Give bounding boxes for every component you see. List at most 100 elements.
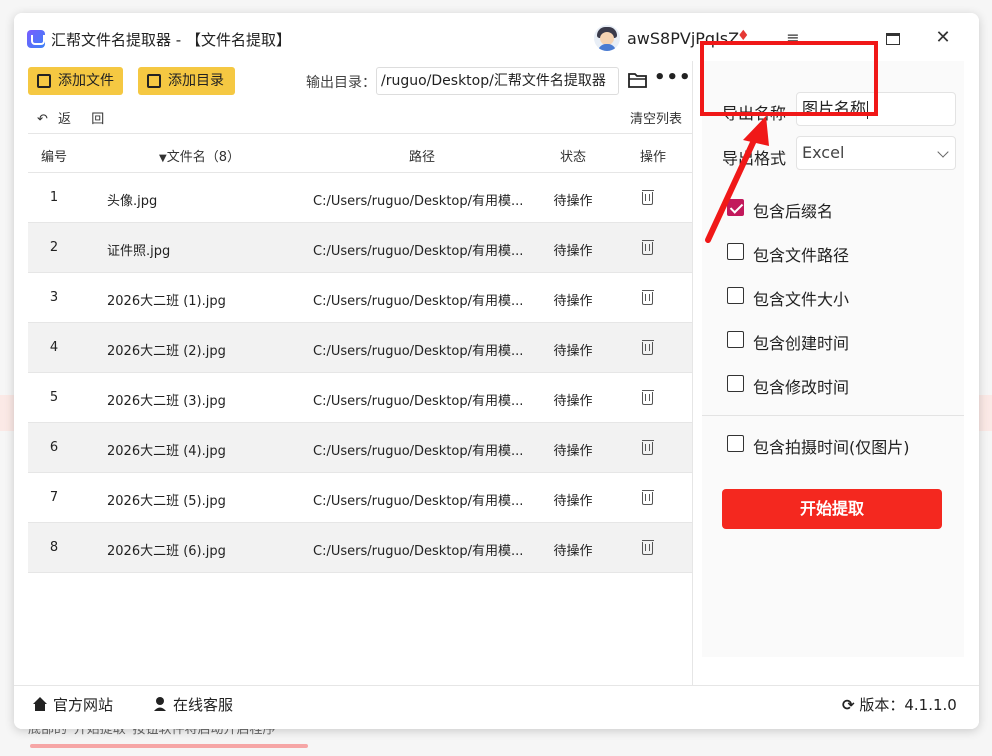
table-row[interactable]: 3 2026大二班 (1).jpg C:/Users/ruguo/Desktop/有… xyxy=(28,273,692,323)
option-label: 包含文件大小 xyxy=(753,290,850,309)
row-path: C:/Users/ruguo/Desktop/有用模... xyxy=(313,344,523,359)
app-logo-icon xyxy=(27,30,45,48)
row-status: 待操作 xyxy=(553,444,593,459)
back-arrow-icon: ↶ xyxy=(37,112,48,127)
sort-desc-icon: ▼ xyxy=(159,153,167,164)
row-path: C:/Users/ruguo/Desktop/有用模... xyxy=(313,494,523,509)
option-label: 包含拍摄时间(仅图片) xyxy=(753,438,910,457)
support-headset-icon xyxy=(154,697,166,711)
checkbox-empty-icon[interactable] xyxy=(727,287,744,304)
row-path: C:/Users/ruguo/Desktop/有用模... xyxy=(313,244,523,259)
online-support-link[interactable]: 在线客服 xyxy=(152,694,233,715)
maximize-icon[interactable] xyxy=(880,25,906,51)
row-filename: 2026大二班 (6).jpg xyxy=(107,544,226,559)
row-filename: 2026大二班 (1).jpg xyxy=(107,294,226,309)
clear-list-button[interactable]: 清空列表 xyxy=(630,108,682,127)
delete-row-button[interactable] xyxy=(642,440,662,457)
back-button[interactable]: ↶ 返 回 xyxy=(37,108,110,127)
annotation-arrow xyxy=(705,116,769,243)
refresh-icon: ⟳ xyxy=(842,696,855,714)
table-row[interactable]: 2 证件照.jpg C:/Users/ruguo/Desktop/有用模... 待操作 xyxy=(28,223,692,273)
export-format-select[interactable]: Excel xyxy=(796,136,956,170)
header-status: 状态 xyxy=(560,150,587,165)
row-number: 7 xyxy=(49,490,59,505)
row-number: 1 xyxy=(49,190,59,205)
table-row[interactable]: 6 2026大二班 (4).jpg C:/Users/ruguo/Desktop/有… xyxy=(28,423,692,473)
home-icon xyxy=(33,697,47,711)
table-body: 1 头像.jpg C:/Users/ruguo/Desktop/有用模... 待操作 2… xyxy=(28,173,692,573)
delete-row-button[interactable] xyxy=(642,490,662,507)
trash-icon xyxy=(642,490,654,505)
row-filename: 证件照.jpg xyxy=(107,244,171,259)
panel-divider xyxy=(692,61,693,685)
trash-icon xyxy=(642,240,654,255)
header-num: 编号 xyxy=(41,150,68,165)
trash-icon xyxy=(642,440,654,455)
list-subbar: ↶ 返 回 清空列表 xyxy=(28,106,692,132)
row-path: C:/Users/ruguo/Desktop/有用模... xyxy=(313,444,523,459)
app-window: 汇帮文件名提取器 - 【文件名提取】 awS8PVjPqIsZ ♦ ≡ ✕ 添加… xyxy=(14,13,979,729)
row-filename: 头像.jpg xyxy=(107,194,158,209)
trash-icon xyxy=(642,190,654,205)
row-filename: 2026大二班 (4).jpg xyxy=(107,444,226,459)
checkbox-empty-icon[interactable] xyxy=(727,331,744,348)
trash-icon xyxy=(642,340,654,355)
row-status: 待操作 xyxy=(553,544,593,559)
row-path: C:/Users/ruguo/Desktop/有用模... xyxy=(313,194,523,209)
table-row[interactable]: 4 2026大二班 (2).jpg C:/Users/ruguo/Desktop/有… xyxy=(28,323,692,373)
row-status: 待操作 xyxy=(553,294,593,309)
add-directory-button[interactable]: 添加目录 xyxy=(138,67,235,95)
more-options-icon[interactable]: ••• xyxy=(654,67,692,89)
table-header: 编号 ▼文件名（8） 路径 状态 操作 xyxy=(28,133,692,173)
delete-row-button[interactable] xyxy=(642,290,662,307)
row-number: 3 xyxy=(49,290,59,305)
delete-row-button[interactable] xyxy=(642,390,662,407)
output-dir-label: 输出目录： xyxy=(306,75,376,91)
option-label: 包含修改时间 xyxy=(753,378,850,397)
user-avatar[interactable] xyxy=(594,25,620,51)
checkbox-empty-icon[interactable] xyxy=(727,435,744,452)
add-folder-icon xyxy=(147,74,161,88)
version-info[interactable]: ⟳ 版本：4.1.1.0 xyxy=(842,694,957,715)
delete-row-button[interactable] xyxy=(642,540,662,557)
row-number: 8 xyxy=(49,540,59,555)
checkbox-empty-icon[interactable] xyxy=(727,375,744,392)
header-name[interactable]: ▼文件名（8） xyxy=(159,146,240,165)
close-icon[interactable]: ✕ xyxy=(930,25,956,51)
row-filename: 2026大二班 (5).jpg xyxy=(107,494,226,509)
table-row[interactable]: 8 2026大二班 (6).jpg C:/Users/ruguo/Desktop/有… xyxy=(28,523,692,573)
file-table: 编号 ▼文件名（8） 路径 状态 操作 1 头像.jpg C:/Users/rugu… xyxy=(28,133,692,573)
delete-row-button[interactable] xyxy=(642,340,662,357)
option-label: 包含创建时间 xyxy=(753,334,850,353)
official-website-link[interactable]: 官方网站 xyxy=(32,694,113,715)
table-row[interactable]: 7 2026大二班 (5).jpg C:/Users/ruguo/Desktop/有… xyxy=(28,473,692,523)
row-path: C:/Users/ruguo/Desktop/有用模... xyxy=(313,394,523,409)
annotation-highlight-box xyxy=(700,41,878,116)
window-title: 汇帮文件名提取器 - 【文件名提取】 xyxy=(51,31,291,49)
background-underline xyxy=(30,744,308,748)
row-status: 待操作 xyxy=(553,194,593,209)
delete-row-button[interactable] xyxy=(642,190,662,207)
header-op: 操作 xyxy=(640,150,667,165)
footer: 官方网站 在线客服 ⟳ 版本：4.1.1.0 xyxy=(14,685,979,729)
trash-icon xyxy=(642,290,654,305)
start-extract-button[interactable]: 开始提取 xyxy=(722,489,942,529)
row-number: 6 xyxy=(49,440,59,455)
row-status: 待操作 xyxy=(553,244,593,259)
row-path: C:/Users/ruguo/Desktop/有用模... xyxy=(313,544,523,559)
row-status: 待操作 xyxy=(553,394,593,409)
table-row[interactable]: 1 头像.jpg C:/Users/ruguo/Desktop/有用模... 待操作 xyxy=(28,173,692,223)
row-path: C:/Users/ruguo/Desktop/有用模... xyxy=(313,294,523,309)
table-row[interactable]: 5 2026大二班 (3).jpg C:/Users/ruguo/Desktop/有… xyxy=(28,373,692,423)
open-folder-icon[interactable] xyxy=(628,71,648,89)
toolbar: 添加文件 添加目录 输出目录： /ruguo/Desktop/汇帮文件名提取器 … xyxy=(28,67,692,103)
chevron-down-icon xyxy=(937,146,949,158)
row-number: 5 xyxy=(49,390,59,405)
row-status: 待操作 xyxy=(553,494,593,509)
trash-icon xyxy=(642,540,654,555)
row-status: 待操作 xyxy=(553,344,593,359)
output-dir-input[interactable]: /ruguo/Desktop/汇帮文件名提取器 xyxy=(376,67,619,95)
add-file-button[interactable]: 添加文件 xyxy=(28,67,123,95)
delete-row-button[interactable] xyxy=(642,240,662,257)
add-file-icon xyxy=(37,74,51,88)
